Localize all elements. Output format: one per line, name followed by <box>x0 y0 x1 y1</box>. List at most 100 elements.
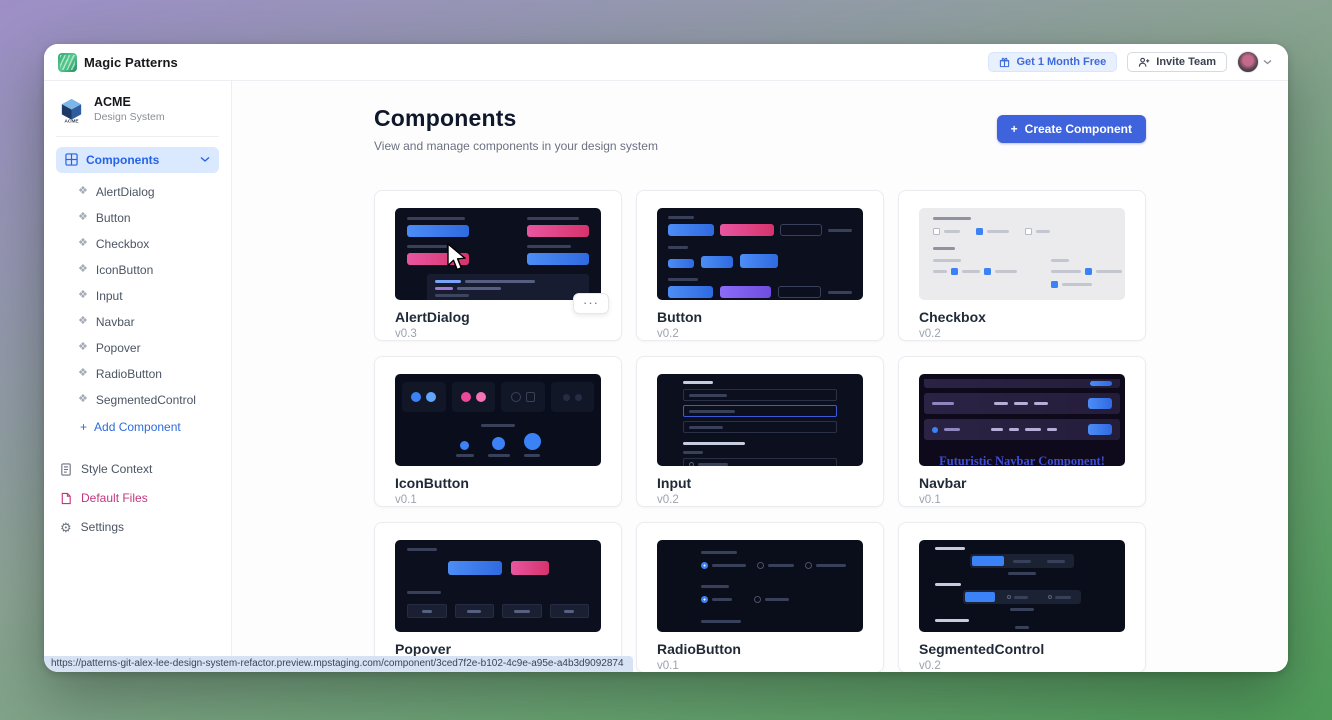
component-diamond-icon: ❖ <box>78 368 88 379</box>
preview-pill <box>527 225 589 237</box>
component-card-input[interactable]: Input v0.2 <box>636 356 884 507</box>
preview-button <box>550 604 590 618</box>
svg-text:ACME: ACME <box>64 118 79 122</box>
preview-pill <box>720 286 771 298</box>
create-component-button[interactable]: + Create Component <box>997 115 1146 143</box>
preview-radio <box>701 562 708 569</box>
component-card-alertdialog[interactable]: AlertDialog v0.3 ··· <box>374 190 622 341</box>
button-preview[interactable] <box>657 208 863 300</box>
sub-item-label: SegmentedControl <box>96 393 196 407</box>
settings-label: Settings <box>81 520 124 534</box>
card-name: Input <box>657 475 863 491</box>
sidebar-item-default-files[interactable]: Default Files <box>56 484 219 513</box>
checkbox-preview[interactable] <box>919 208 1125 300</box>
input-preview[interactable] <box>657 374 863 466</box>
preview-checkbox <box>933 228 940 235</box>
add-component-label: Add Component <box>94 420 181 434</box>
preview-checkbox <box>984 268 991 275</box>
component-card-button[interactable]: Button v0.2 <box>636 190 884 341</box>
promo-button[interactable]: Get 1 Month Free <box>988 52 1117 72</box>
sidebar-item-alertdialog[interactable]: ❖AlertDialog <box>56 179 219 205</box>
preview-radio <box>757 562 764 569</box>
desktop-background: Magic Patterns Get 1 Month Free Invite T… <box>0 0 1332 720</box>
preview-text-line <box>668 278 698 281</box>
card-name: Popover <box>395 641 601 657</box>
sidebar-item-segmentedcontrol[interactable]: ❖SegmentedControl <box>56 387 219 413</box>
main-content: Components View and manage components in… <box>232 81 1288 672</box>
gift-icon <box>999 57 1010 68</box>
preview-radio <box>701 596 708 603</box>
sub-item-label: AlertDialog <box>96 185 155 199</box>
magic-patterns-logo-icon <box>58 53 77 72</box>
component-diamond-icon: ❖ <box>78 264 88 275</box>
preview-checkbox <box>1051 281 1058 288</box>
component-card-checkbox[interactable]: Checkbox v0.2 <box>898 190 1146 341</box>
popover-preview[interactable] <box>395 540 601 632</box>
preview-text-line <box>683 442 745 445</box>
chevron-down-icon <box>200 156 210 163</box>
component-diamond-icon: ❖ <box>78 342 88 353</box>
sidebar-item-checkbox[interactable]: ❖ Checkbox <box>56 231 219 257</box>
preview-text-line <box>701 620 741 623</box>
preview-text-line <box>701 585 729 588</box>
sidebar-item-settings[interactable]: ⚙ Settings <box>56 513 219 542</box>
radiobutton-preview[interactable] <box>657 540 863 632</box>
sidebar-item-iconbutton[interactable]: ❖ IconButton <box>56 257 219 283</box>
iconbutton-preview[interactable] <box>395 374 601 466</box>
grid-icon <box>65 153 78 166</box>
component-card-radiobutton[interactable]: RadioButton v0.1 <box>636 522 884 672</box>
plus-icon: + <box>80 420 87 434</box>
preview-pill <box>780 224 823 236</box>
titlebar: Magic Patterns Get 1 Month Free Invite T… <box>44 44 1288 81</box>
sidebar-item-style-context[interactable]: Style Context <box>56 455 219 484</box>
sub-item-label: Navbar <box>96 315 135 329</box>
invite-team-button[interactable]: Invite Team <box>1127 52 1227 72</box>
preview-input <box>683 421 837 433</box>
sidebar-item-popover[interactable]: ❖Popover <box>56 335 219 361</box>
main-inner: Components View and manage components in… <box>374 105 1146 672</box>
preview-text-line <box>701 551 737 554</box>
page-header: Components View and manage components in… <box>374 105 1146 153</box>
workspace-subtitle: Design System <box>94 111 165 124</box>
component-card-segmentedcontrol[interactable]: SegmentedControl v0.2 <box>898 522 1146 672</box>
sidebar-item-input[interactable]: ❖Input <box>56 283 219 309</box>
sidebar-item-components[interactable]: Components <box>56 147 219 173</box>
preview-pill <box>720 224 773 236</box>
component-card-iconbutton[interactable]: IconButton v0.1 <box>374 356 622 507</box>
gear-icon: ⚙ <box>60 521 72 534</box>
sidebar-item-radiobutton[interactable]: ❖RadioButton <box>56 361 219 387</box>
create-component-label: Create Component <box>1025 122 1132 136</box>
sub-item-label: Input <box>96 289 123 303</box>
sidebar-item-navbar[interactable]: ❖Navbar <box>56 309 219 335</box>
card-more-button[interactable]: ··· <box>573 293 609 314</box>
sub-item-label: IconButton <box>96 263 153 277</box>
brand[interactable]: Magic Patterns <box>58 53 178 72</box>
card-version: v0.2 <box>657 328 863 340</box>
file-icon <box>60 492 72 505</box>
card-version: v0.1 <box>919 494 1125 506</box>
alertdialog-preview[interactable] <box>395 208 601 300</box>
preview-button <box>502 604 542 618</box>
preview-button <box>455 604 495 618</box>
card-version: v0.1 <box>657 660 863 672</box>
workspace-switcher[interactable]: ACME ACME Design System <box>56 93 219 124</box>
preview-pill <box>778 286 821 298</box>
preview-text-line <box>668 246 688 249</box>
component-card-navbar[interactable]: Futuristic Navbar Component! Navbar v0.1 <box>898 356 1146 507</box>
navbar-preview[interactable]: Futuristic Navbar Component! <box>919 374 1125 466</box>
preview-checkbox <box>976 228 983 235</box>
sub-item-label: Checkbox <box>96 237 149 251</box>
preview-text-line <box>935 619 969 622</box>
sidebar-item-button[interactable]: ❖Button <box>56 205 219 231</box>
account-menu[interactable] <box>1237 51 1272 73</box>
component-diamond-icon: ❖ <box>78 238 88 249</box>
page-header-text: Components View and manage components in… <box>374 105 658 153</box>
status-url-bar: https://patterns-git-alex-lee-design-sys… <box>44 656 633 672</box>
preview-pill <box>668 286 713 298</box>
add-component-button[interactable]: + Add Component <box>56 413 219 441</box>
segmentedcontrol-preview[interactable] <box>919 540 1125 632</box>
preview-panel <box>402 382 446 412</box>
card-version: v0.3 <box>395 328 601 340</box>
preview-navbar <box>924 379 1120 388</box>
component-card-popover[interactable]: Popover v0.2 <box>374 522 622 672</box>
